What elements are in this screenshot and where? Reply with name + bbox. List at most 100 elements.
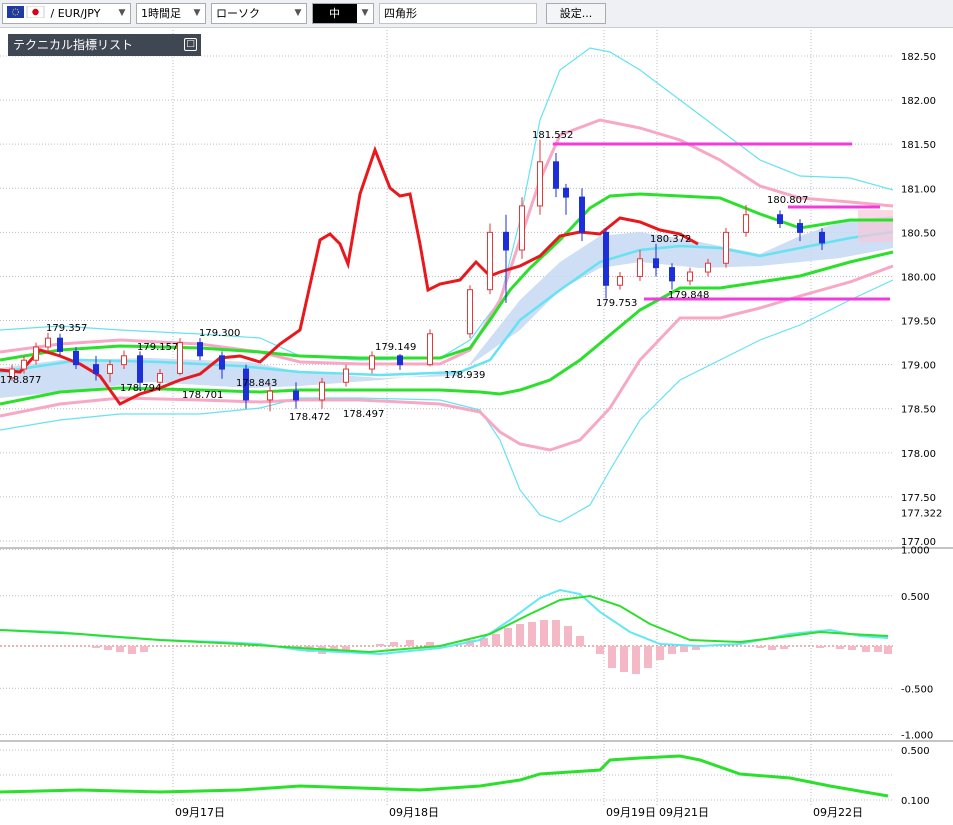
macd-histogram-bar bbox=[92, 646, 100, 648]
price-annotation: 179.753 bbox=[596, 298, 637, 309]
price-axis-label: 177.322 bbox=[901, 509, 942, 520]
macd-histogram-bar bbox=[390, 642, 398, 646]
candle-body bbox=[21, 359, 27, 370]
price-axis-label: 178.50 bbox=[901, 405, 936, 416]
price-axis-label: 178.00 bbox=[901, 449, 936, 460]
macd-histogram-bar bbox=[680, 646, 688, 652]
envelope-upper-green bbox=[0, 192, 893, 362]
candle-body bbox=[33, 346, 39, 361]
candle-body bbox=[267, 390, 273, 401]
candle-body bbox=[121, 355, 127, 366]
indicator-list-title: テクニカル指標リスト bbox=[13, 38, 134, 52]
price-axis-label: 180.00 bbox=[901, 272, 936, 283]
envelope-lower-pink bbox=[0, 264, 894, 452]
price-zone-box bbox=[858, 210, 893, 242]
date-axis-label: 09月21日 bbox=[659, 806, 709, 819]
price-annotation: 178.472 bbox=[289, 412, 330, 423]
date-axis-label: 09月19日 bbox=[606, 806, 656, 819]
candle-body bbox=[669, 267, 675, 282]
price-annotation: 181.552 bbox=[532, 130, 573, 141]
macd-histogram-bar bbox=[342, 646, 350, 650]
macd-axis-label: 0.500 bbox=[901, 592, 930, 603]
macd-histogram-bar bbox=[140, 646, 148, 652]
price-axis-label: 182.00 bbox=[901, 96, 936, 107]
macd-histogram-bar bbox=[756, 646, 764, 648]
price-axis-label: 181.00 bbox=[901, 184, 936, 195]
chart-area[interactable]: 182.50 182.00 181.50 181.00 180.50 180.00 179.… bbox=[0, 28, 953, 821]
candle-body bbox=[743, 214, 749, 233]
macd-histogram-bar bbox=[116, 646, 124, 652]
candle-body bbox=[93, 364, 99, 374]
candle-body bbox=[219, 355, 225, 370]
candle-body bbox=[397, 355, 403, 366]
price-annotation: 179.848 bbox=[668, 290, 709, 301]
candle-body bbox=[723, 231, 729, 264]
candle-body bbox=[57, 337, 63, 352]
symbol-label: / EUR/JPY bbox=[50, 7, 101, 20]
macd-histogram-bar bbox=[406, 640, 414, 646]
toolbar: / EUR/JPY ▼ 1時間足 ▼ ローソク ▼ 中 ▼ 四角形 設定... bbox=[0, 0, 953, 28]
price-annotation: 180.372 bbox=[650, 234, 691, 245]
price-axis-label: 177.50 bbox=[901, 493, 936, 504]
envelope-upper-pink bbox=[0, 118, 894, 366]
candle-body bbox=[687, 271, 693, 282]
macd-histogram-bar bbox=[608, 646, 616, 668]
indicator-list-panel[interactable]: テクニカル指標リスト □ bbox=[8, 34, 201, 56]
candle-body bbox=[293, 390, 299, 401]
macd-histogram-bar bbox=[668, 646, 676, 654]
price-annotation: 179.357 bbox=[46, 323, 87, 334]
candle-body bbox=[553, 161, 559, 189]
macd-histogram-bar bbox=[376, 644, 384, 646]
price-annotation: 179.157 bbox=[137, 342, 178, 353]
candle-body bbox=[73, 350, 79, 366]
price-axis-label: 181.50 bbox=[901, 140, 936, 151]
price-axis-label: 180.50 bbox=[901, 228, 936, 239]
date-axis-label: 09月18日 bbox=[389, 806, 439, 819]
price-annotation: 179.149 bbox=[375, 342, 416, 353]
chevron-down-icon: ▼ bbox=[118, 8, 126, 18]
macd-histogram-bar bbox=[848, 646, 856, 650]
panel-toggle-icon[interactable]: □ bbox=[184, 38, 197, 51]
symbol-select[interactable]: / EUR/JPY ▼ bbox=[2, 3, 131, 24]
price-annotation: 178.939 bbox=[444, 370, 485, 381]
macd-histogram-bar bbox=[620, 646, 628, 672]
candle-body bbox=[369, 355, 375, 370]
draw-mode-icon: 中 bbox=[329, 7, 340, 20]
price-annotation: 178.794 bbox=[120, 383, 161, 394]
shape-tool-field[interactable]: 四角形 bbox=[379, 3, 537, 24]
macd-histogram-bar bbox=[492, 634, 500, 646]
draw-mode-select[interactable]: 中 ▼ bbox=[312, 3, 374, 24]
candle-body bbox=[427, 333, 433, 366]
macd-histogram-bar bbox=[632, 646, 640, 674]
candle-body bbox=[563, 187, 569, 198]
chart-type-label: ローソク bbox=[216, 7, 260, 20]
candle-body bbox=[819, 231, 825, 244]
timeframe-select[interactable]: 1時間足 ▼ bbox=[136, 3, 206, 24]
chart-type-select[interactable]: ローソク ▼ bbox=[211, 3, 307, 24]
lower-axis-label: 0.500 bbox=[901, 746, 930, 757]
price-annotation: 180.807 bbox=[767, 195, 808, 206]
candle-body bbox=[503, 231, 509, 251]
candle-body bbox=[603, 231, 609, 286]
macd-histogram-bar bbox=[874, 646, 882, 652]
candle-body bbox=[579, 196, 585, 233]
price-annotation: 178.701 bbox=[182, 390, 223, 401]
lower-indicator-line bbox=[0, 754, 889, 798]
candle-body bbox=[319, 381, 325, 401]
chevron-down-icon: ▼ bbox=[294, 8, 302, 18]
price-chart[interactable]: 182.50 182.00 181.50 181.00 180.50 180.00 179.… bbox=[0, 28, 953, 821]
candle-body bbox=[343, 368, 349, 383]
candle-body bbox=[197, 342, 203, 357]
macd-signal-line bbox=[0, 594, 889, 654]
candle-body bbox=[157, 372, 163, 383]
candle-body bbox=[777, 214, 783, 225]
macd-histogram-bar bbox=[656, 646, 664, 660]
candle-body bbox=[137, 355, 143, 383]
candle-body bbox=[617, 275, 623, 286]
macd-histogram-bar bbox=[596, 646, 604, 654]
flag-icon bbox=[7, 5, 45, 24]
settings-button[interactable]: 設定... bbox=[546, 3, 606, 24]
candle-body bbox=[537, 161, 543, 207]
macd-histogram-bar bbox=[576, 636, 584, 646]
date-axis-label: 09月17日 bbox=[175, 806, 225, 819]
